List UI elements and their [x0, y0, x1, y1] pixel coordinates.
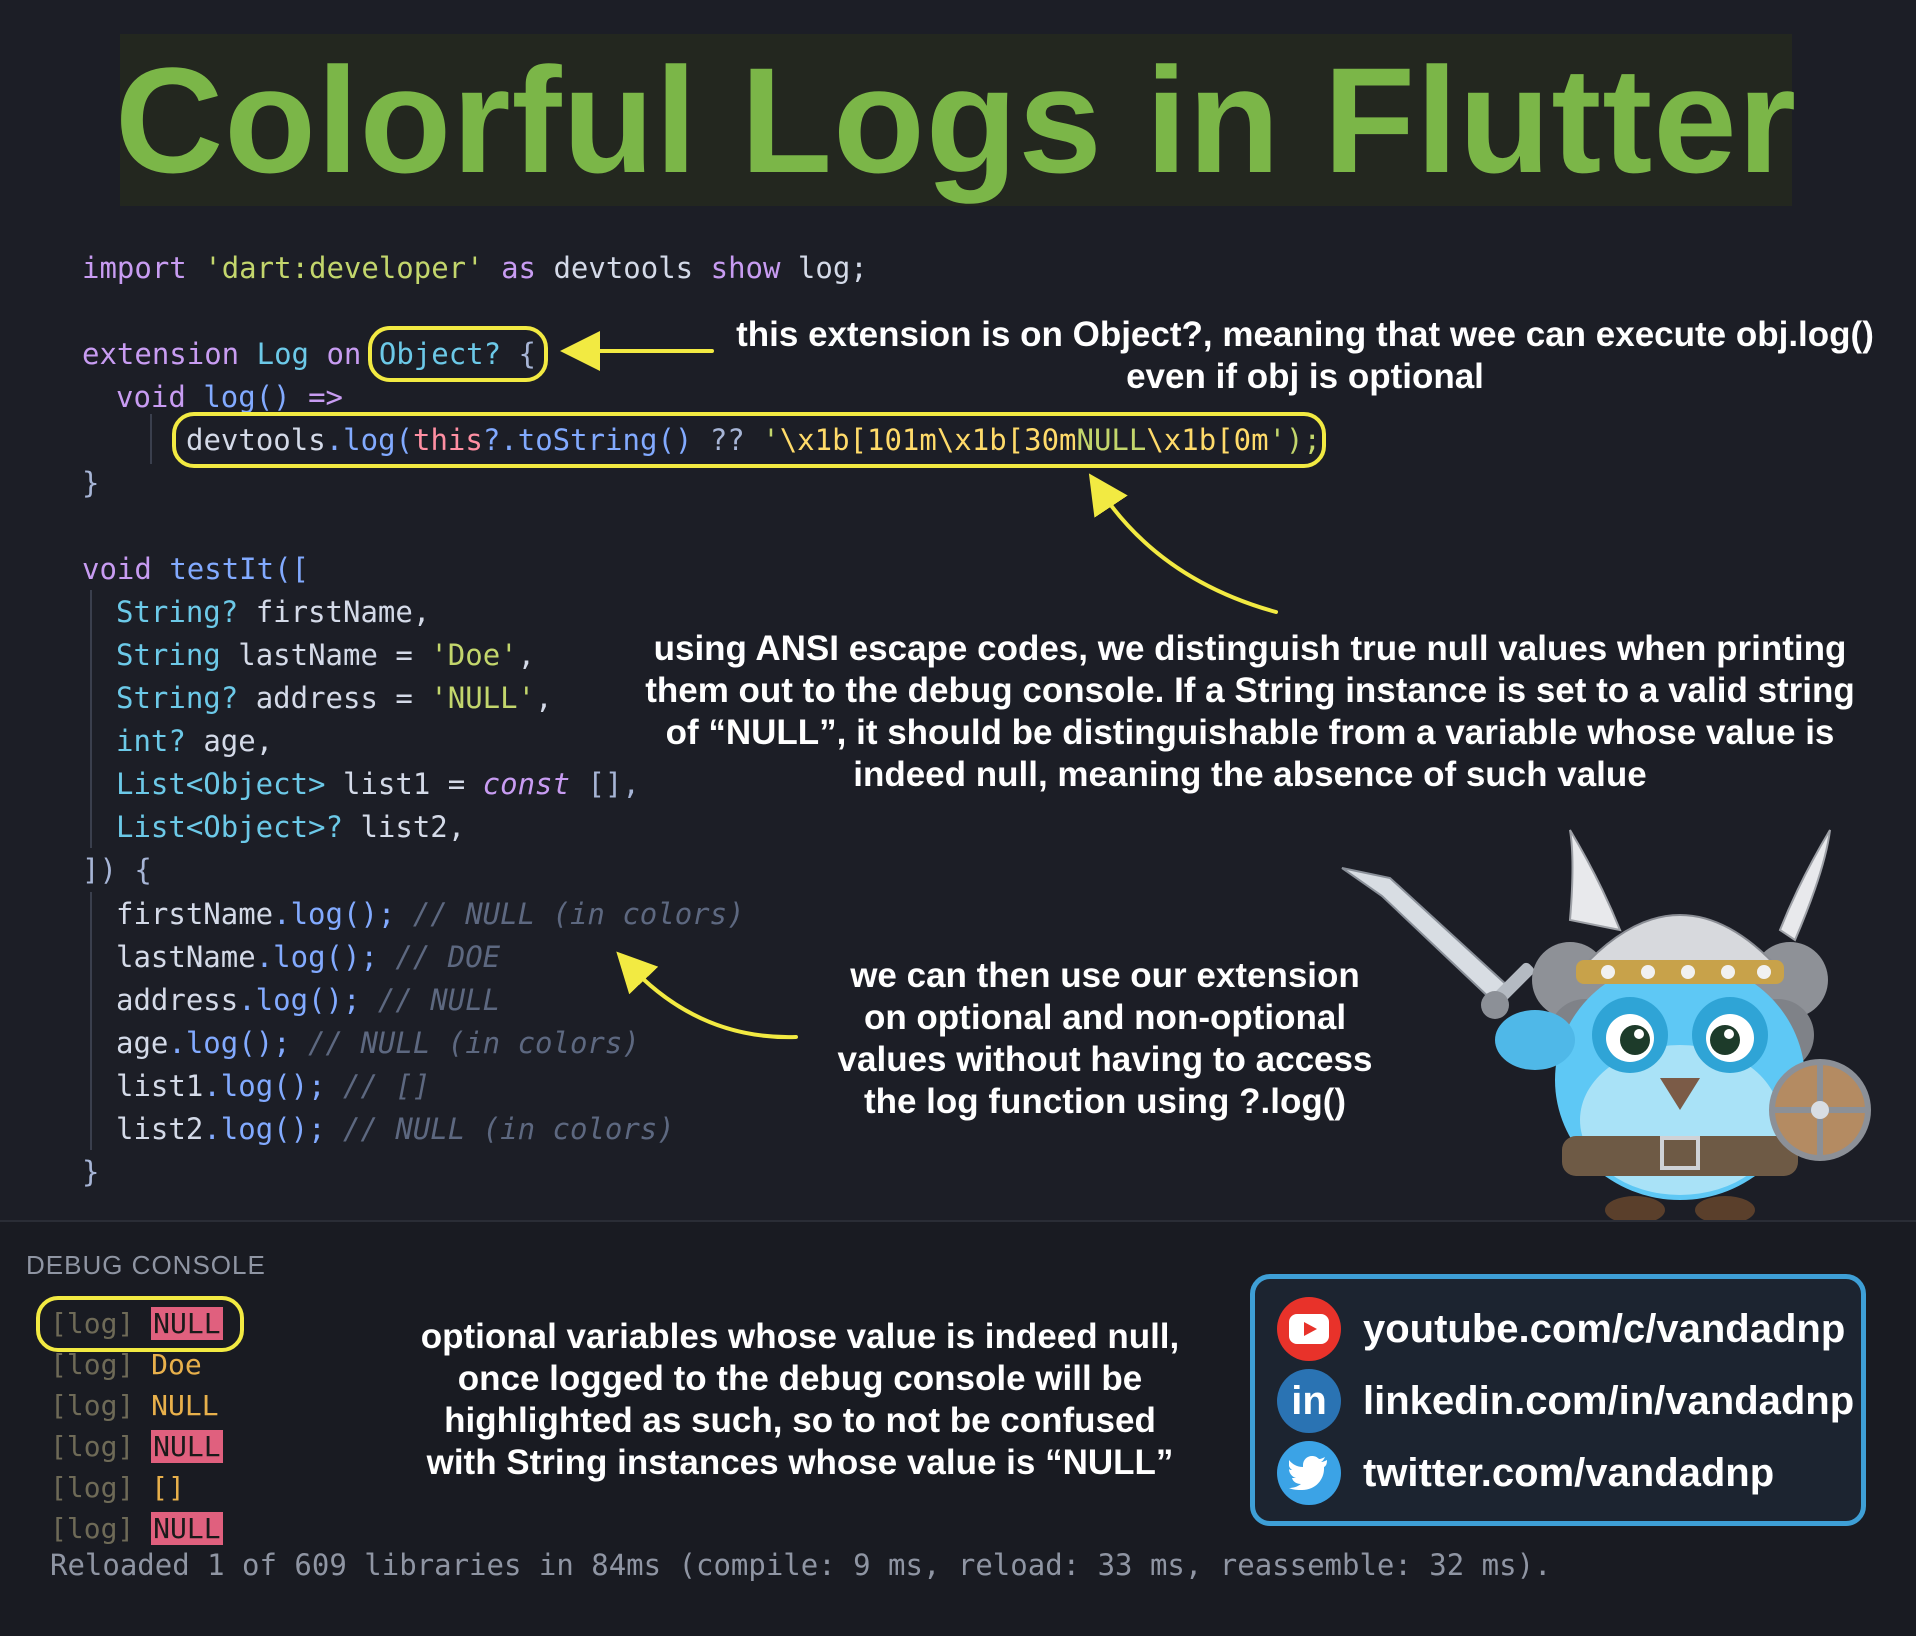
arrow-to-comments	[616, 951, 798, 1040]
console-log-line: [log] []	[50, 1468, 185, 1508]
social-link-youtube[interactable]: youtube.com/c/vandadnp	[1277, 1297, 1845, 1361]
log-value: NULL	[151, 1430, 223, 1463]
log-prefix: [log]	[50, 1471, 135, 1504]
console-log-line: [log] NULL	[50, 1386, 219, 1426]
console-log-line: [log] NULL	[50, 1509, 223, 1549]
console-log-line: [log] NULL	[50, 1304, 223, 1344]
reload-status-line: Reloaded 1 of 609 libraries in 84ms (com…	[50, 1548, 1552, 1582]
log-value: []	[151, 1471, 185, 1504]
log-value: Doe	[151, 1348, 202, 1381]
log-value: NULL	[151, 1389, 219, 1422]
social-link-twitter[interactable]: twitter.com/vandadnp	[1277, 1441, 1774, 1505]
log-prefix: [log]	[50, 1348, 135, 1381]
social-link-label: linkedin.com/in/vandadnp	[1363, 1378, 1855, 1423]
console-note: optional variables whose value is indeed…	[400, 1316, 1200, 1484]
social-link-linkedin[interactable]: in linkedin.com/in/vandadnp	[1277, 1369, 1854, 1433]
twitter-icon	[1277, 1441, 1341, 1505]
debug-console-title: DEBUG CONSOLE	[26, 1250, 266, 1280]
console-log-line: [log] Doe	[50, 1345, 202, 1385]
viking-mascot-illustration	[1341, 829, 1871, 1224]
log-value: NULL	[151, 1307, 223, 1340]
log-prefix: [log]	[50, 1307, 135, 1340]
note-line: with String instances whose value is “NU…	[426, 1443, 1174, 1482]
note-line: optional variables whose value is indeed…	[420, 1317, 1180, 1356]
social-links-box: youtube.com/c/vandadnp in linkedin.com/i…	[1250, 1274, 1866, 1526]
note-line: once logged to the debug console will be	[457, 1359, 1143, 1398]
log-prefix: [log]	[50, 1512, 135, 1545]
youtube-icon	[1277, 1297, 1341, 1361]
log-prefix: [log]	[50, 1430, 135, 1463]
social-link-label: youtube.com/c/vandadnp	[1363, 1306, 1846, 1351]
log-value: NULL	[151, 1512, 223, 1545]
console-log-line: [log] NULL	[50, 1427, 223, 1467]
social-link-label: twitter.com/vandadnp	[1363, 1450, 1775, 1495]
log-prefix: [log]	[50, 1389, 135, 1422]
linkedin-icon: in	[1277, 1369, 1341, 1433]
note-line: highlighted as such, so to not be confus…	[444, 1401, 1156, 1440]
arrow-to-devtools	[1088, 473, 1278, 614]
